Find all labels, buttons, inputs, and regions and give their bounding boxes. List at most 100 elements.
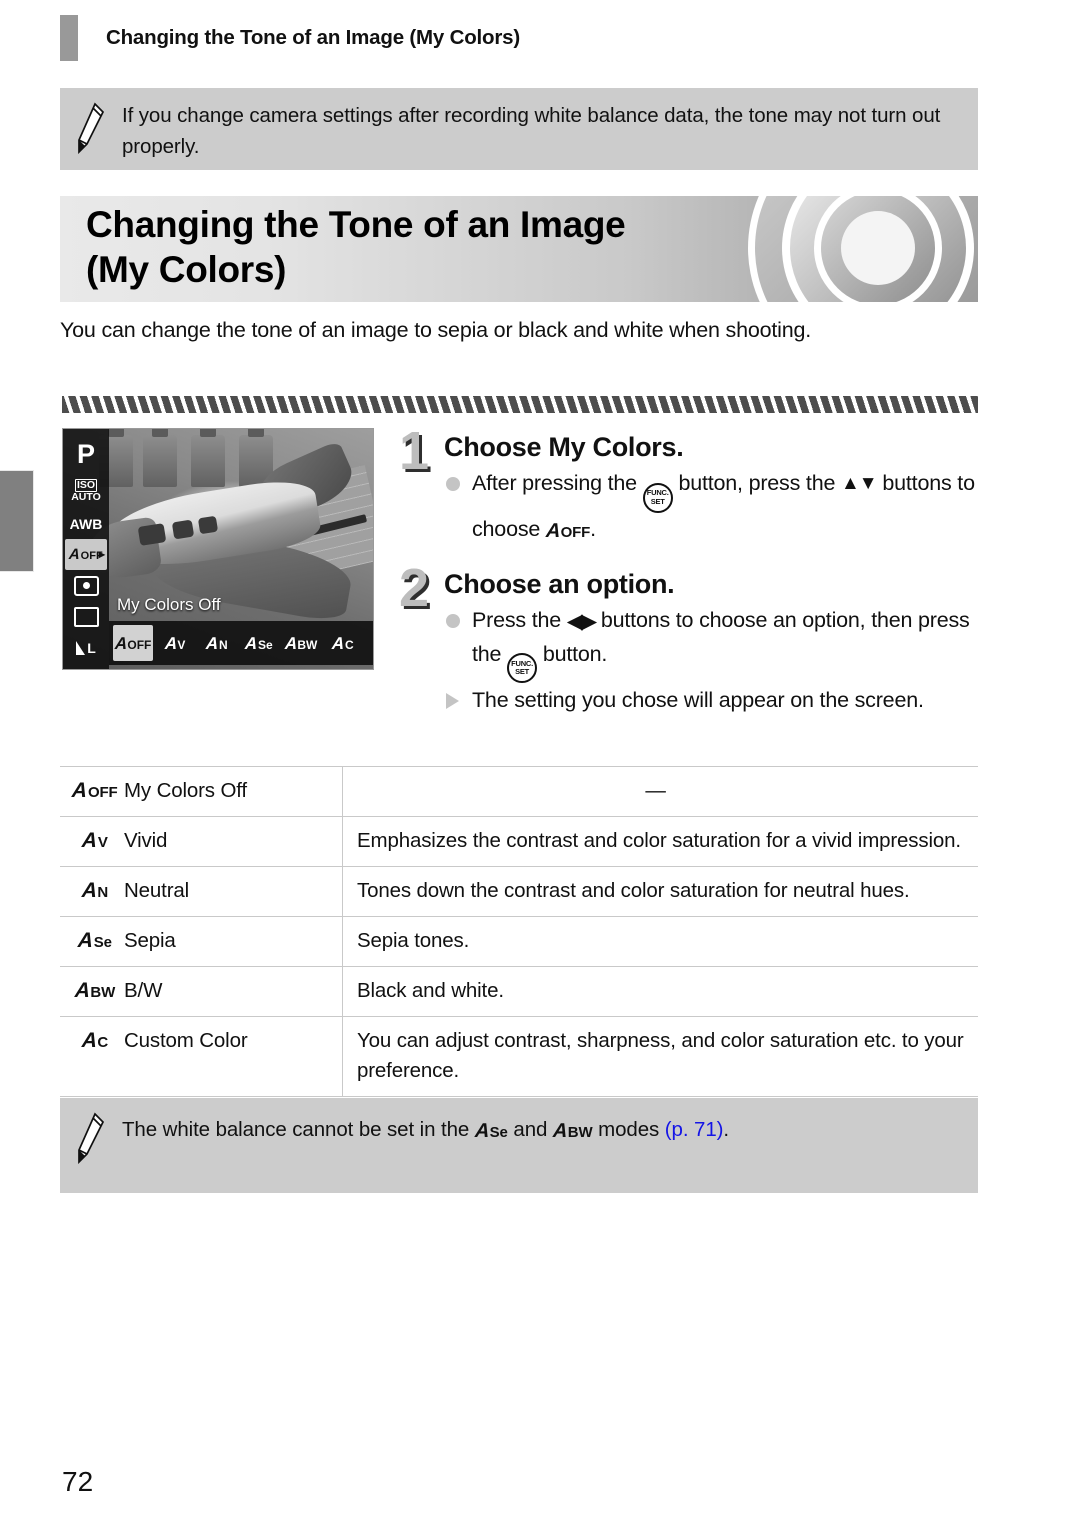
procedure-steps: 1 Choose My Colors. After pressing the F… <box>392 424 982 720</box>
lens-decoration <box>748 196 978 302</box>
step-2-bullets: Press the ◀▶ buttons to choose an option… <box>444 604 982 717</box>
iso-value: AUTO <box>71 491 101 503</box>
note-box-top: If you change camera settings after reco… <box>60 88 978 170</box>
row-icon: AC <box>60 1016 118 1097</box>
header-accent-bar <box>60 15 78 61</box>
row-description: Emphasizes the contrast and color satura… <box>342 816 978 867</box>
row-icon: AV <box>60 816 118 867</box>
step-2-bullet-1: Press the ◀▶ buttons to choose an option… <box>444 604 982 683</box>
pencil-icon <box>60 88 122 154</box>
my-colors-sidebar-item: A OFF <box>65 539 107 570</box>
step-1-bullets: After pressing the FUNC. SET button, pres… <box>444 467 982 545</box>
func-set-button-icon: FUNC. SET <box>507 653 538 683</box>
section-title-line2: (My Colors) <box>86 249 287 290</box>
row-icon: A OFF <box>60 766 118 817</box>
step-1-number: 1 <box>398 421 430 481</box>
bullet-text-part: . <box>590 516 596 541</box>
pencil-icon <box>60 1098 122 1164</box>
note-bottom-text: The white balance cannot be set in the A… <box>122 1098 729 1145</box>
manual-page: Changing the Tone of an Image (My Colors… <box>0 0 1080 1521</box>
table-row: AC Custom Color You can adjust contrast,… <box>60 1016 978 1097</box>
option-glyph-a: A <box>331 633 346 653</box>
step-1: 1 Choose My Colors. After pressing the F… <box>392 424 982 545</box>
bullet-text-part: Press the <box>472 607 567 632</box>
left-right-buttons-icon: ◀▶ <box>566 609 597 633</box>
row-icon: A Se <box>60 916 118 967</box>
option-custom-color[interactable]: AC <box>323 625 363 661</box>
option-glyph-sub: C <box>345 637 354 652</box>
step-2-heading: Choose an option. <box>444 568 675 599</box>
step-2-number: 2 <box>398 557 430 618</box>
option-glyph-sub: N <box>219 637 228 652</box>
sepia-icon: A Se <box>474 1120 508 1142</box>
note-top-text: If you change camera settings after reco… <box>122 104 941 158</box>
bullet-text-part: After pressing the <box>472 471 643 495</box>
my-colors-glyph-a: A <box>68 546 81 563</box>
func-menu-sidebar: P ISO AUTO AWB A OFF L <box>63 429 109 669</box>
section-title-banner: Changing the Tone of an Image (My Colors… <box>60 196 978 302</box>
running-header-title: Changing the Tone of an Image (My Colors… <box>106 26 520 49</box>
option-glyph-sub: OFF <box>127 637 152 652</box>
page-number: 72 <box>62 1466 94 1497</box>
row-name: Custom Color <box>118 1016 343 1097</box>
note-text-after: modes <box>592 1118 665 1141</box>
option-glyph-a: A <box>205 633 220 653</box>
option-glyph-a: A <box>244 633 259 653</box>
section-title-line1: Changing the Tone of an Image <box>86 204 626 245</box>
bullet-text-part: button, press the <box>672 471 841 495</box>
row-description: — <box>342 766 978 817</box>
my-colors-option-bar: A OFF AV AN A Se A BW AC <box>109 621 373 665</box>
shooting-mode-icon: P <box>76 438 95 469</box>
running-header: Changing the Tone of an Image (My Colors… <box>60 14 520 62</box>
option-glyph-a: A <box>113 633 128 653</box>
option-glyph-sub: Se <box>258 637 273 652</box>
table-row: AN Neutral Tones down the contrast and c… <box>60 866 978 917</box>
bullet-text-part: button. <box>537 641 608 666</box>
option-neutral[interactable]: AN <box>197 625 237 661</box>
row-name: Vivid <box>118 816 343 867</box>
white-balance-icon: AWB <box>69 515 103 532</box>
option-glyph-a: A <box>163 633 178 653</box>
row-description: Tones down the contrast and color satura… <box>342 866 978 917</box>
step-1-bullet-1: After pressing the FUNC. SET button, pres… <box>444 467 982 545</box>
row-icon: AN <box>60 866 118 917</box>
bw-icon: A BW <box>552 1120 593 1142</box>
result-triangle-icon <box>446 693 459 709</box>
table-row: A OFF My Colors Off — <box>60 766 978 817</box>
image-quality-icon: L <box>64 632 108 663</box>
table-row: A Se Sepia Sepia tones. <box>60 916 978 967</box>
note-box-bottom: The white balance cannot be set in the A… <box>60 1098 978 1193</box>
option-sepia[interactable]: A Se <box>239 625 279 661</box>
option-vivid[interactable]: AV <box>155 625 195 661</box>
option-glyph-sub: V <box>177 637 186 652</box>
intro-paragraph: You can change the tone of an image to s… <box>60 318 811 342</box>
func-set-button-icon: FUNC. SET <box>642 482 673 513</box>
row-description: You can adjust contrast, sharpness, and … <box>342 1016 978 1097</box>
row-name: B/W <box>118 966 343 1017</box>
row-name: Neutral <box>118 866 343 917</box>
table-row: AV Vivid Emphasizes the contrast and col… <box>60 816 978 867</box>
option-glyph-sub: BW <box>297 637 318 652</box>
my-colors-glyph-sub: OFF <box>80 550 103 562</box>
row-description: Black and white. <box>342 966 978 1017</box>
row-name: My Colors Off <box>118 766 343 817</box>
option-bw[interactable]: A BW <box>281 625 321 661</box>
iso-speed-icon: ISO AUTO <box>64 474 108 508</box>
table-row: A BW B/W Black and white. <box>60 966 978 1017</box>
step-1-heading: Choose My Colors. <box>444 432 684 462</box>
chapter-tab <box>0 470 34 572</box>
bullet-dot-icon <box>446 613 460 628</box>
up-down-buttons-icon: ▲▼ <box>841 473 878 494</box>
lcd-option-caption: My Colors Off <box>117 595 221 614</box>
image-quality-label: L <box>87 639 96 656</box>
hatch-divider <box>62 396 978 413</box>
option-my-colors-off[interactable]: A OFF <box>113 625 153 661</box>
page-reference-link[interactable]: (p. 71) <box>665 1118 724 1141</box>
step-2: 2 Choose an option. Press the ◀▶ buttons… <box>392 561 982 717</box>
bullet-dot-icon <box>446 477 460 491</box>
row-icon: A BW <box>60 966 118 1017</box>
row-name: Sepia <box>118 916 343 967</box>
row-description: Sepia tones. <box>342 916 978 967</box>
camera-screen-illustration: P ISO AUTO AWB A OFF L My Colors O <box>62 428 374 670</box>
note-text-end: . <box>723 1118 729 1141</box>
